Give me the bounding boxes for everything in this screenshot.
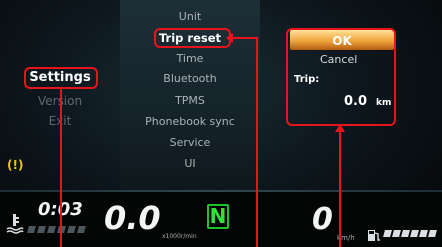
- dashboard-screen: Settings Version Exit Unit Trip reset Ti…: [0, 0, 442, 247]
- status-divider: [0, 190, 442, 192]
- submenu-item-service[interactable]: Service: [120, 136, 260, 149]
- submenu-item-tpms[interactable]: TPMS: [120, 94, 260, 107]
- trip-reset-pointer-horizontal: [231, 37, 258, 39]
- ok-arrowhead: [335, 124, 345, 132]
- submenu-item-phonebook-sync[interactable]: Phonebook sync: [120, 115, 260, 128]
- submenu-item-label: Bluetooth: [163, 72, 217, 85]
- rpm-unit: x1000r/min: [162, 233, 197, 240]
- gear-indicator: N: [207, 204, 229, 229]
- speed-value: 0: [312, 202, 333, 237]
- settings-highlight-box: [24, 67, 98, 89]
- trip-reset-pointer-vertical: [256, 37, 258, 247]
- submenu-item-ui[interactable]: UI: [120, 157, 260, 170]
- trip-reset-arrowhead: [226, 33, 233, 43]
- tpms-warning-icon: (!): [7, 158, 24, 172]
- fuel-pump-icon: [367, 227, 381, 241]
- submenu-item-label: Service: [169, 136, 211, 149]
- submenu-item-label: Time: [176, 52, 204, 65]
- ok-highlight-box: [286, 28, 396, 126]
- coolant-temperature-icon: [6, 212, 24, 234]
- settings-pointer-line: [60, 89, 62, 247]
- rpm-value: 0.0: [104, 199, 161, 237]
- submenu-item-unit[interactable]: Unit: [120, 10, 260, 23]
- submenu-item-bluetooth[interactable]: Bluetooth: [120, 72, 260, 85]
- submenu-item-label: UI: [184, 157, 196, 170]
- submenu-item-label: TPMS: [175, 94, 205, 107]
- ok-pointer-line: [339, 126, 341, 247]
- submenu-item-label: Phonebook sync: [145, 115, 235, 128]
- trip-reset-highlight-box: [154, 28, 231, 48]
- submenu-item-label: Unit: [178, 10, 202, 23]
- submenu-item-time[interactable]: Time: [120, 52, 260, 65]
